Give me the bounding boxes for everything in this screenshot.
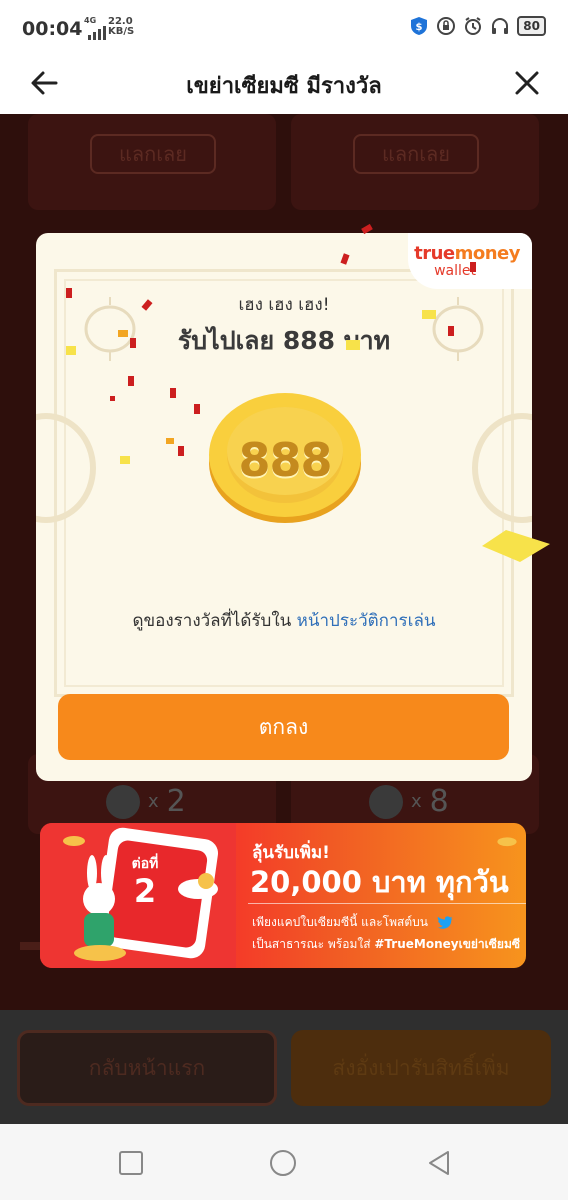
signal-icon [88,24,106,40]
back-home-button[interactable]: กลับหน้าแรก [17,1030,277,1106]
redeem-button[interactable]: แลกเลย [90,134,216,174]
banner-instruction: เพียงแคปใบเซียมซีนี้ และโพสต์บน [252,913,454,932]
svg-text:$: $ [416,22,423,33]
fortune-card: แลกเลย [28,114,276,210]
headphones-icon [492,18,509,34]
cloud-icon [178,873,218,899]
banner-divider [248,903,526,904]
banner-instruction-text: เพียงแคปใบเซียมซีนี้ และโพสต์บน [252,915,428,929]
confetti-piece [194,404,200,414]
ok-button[interactable]: ตกลง [58,694,509,760]
coin-value: 888 [238,433,332,487]
confetti-piece [128,376,134,386]
status-bar: 00:04 4G 22.0 KB/S $ 80 [0,0,568,56]
logo-money: money [454,243,521,264]
confetti-piece [178,446,184,456]
times-sign: x [148,791,159,812]
order-number: 2 [133,872,157,910]
close-icon[interactable] [510,66,544,100]
confetti-piece [470,262,476,272]
status-time: 00:04 [22,18,83,40]
count-value: 2 [166,784,186,819]
truemoney-logo: truemoney wallet [408,233,532,289]
banner-prize: 20,000 บาท ทุกวัน [250,865,509,899]
history-link[interactable]: หน้าประวัติการเล่น [297,611,436,631]
network-speed: 22.0 KB/S [108,17,134,37]
item-count: x 8 [369,784,449,819]
promo-banner[interactable]: ต่อที่ 2 ลุ้นรับเพิ่ม! 20,000 บาท ทุกวัน… [40,823,526,968]
battery-icon: 80 [517,16,546,36]
system-nav-bar [0,1124,568,1200]
lock-rotation-icon [437,17,456,35]
confetti-piece [120,456,130,464]
confetti-piece [118,330,128,337]
item-count: x 2 [106,784,186,819]
banner-hashtag-line: เป็นสาธารณะ พร้อมใส่ #TrueMoneyเขย่าเซีย… [252,935,520,954]
gold-ingot-icon [63,836,85,846]
times-sign: x [411,791,422,812]
redeem-button[interactable]: แลกเลย [353,134,479,174]
banner-hashtag: #TrueMoneyเขย่าเซียมซี [374,937,520,951]
confetti-piece [346,340,360,350]
modal-title: รับไปเลย 888 บาท [177,326,391,355]
gold-ingot-icon [497,837,517,847]
bottom-actions: กลับหน้าแรก ส่งอั่งเปารับสิทธิ์เพิ่ม [0,1010,568,1124]
alarm-icon [465,17,482,35]
back-icon[interactable] [424,1148,454,1178]
confetti-piece [448,326,454,336]
reward-modal: truemoney wallet เฮง เฮง เฮง! รับไปเลย 8… [36,233,532,781]
history-line: ดูของรางวัลที่ได้รับใน หน้าประวัติการเล่… [36,607,532,634]
shield-dollar-icon: $ [411,17,428,35]
count-value: 8 [429,784,449,819]
fan-icon [106,784,140,819]
speed-unit: KB/S [108,26,135,37]
modal-subtitle: เฮง เฮง เฮง! [238,295,330,315]
moneybag-icon [369,784,403,819]
fortune-card: แลกเลย [291,114,539,210]
status-icons: $ 80 [409,16,546,36]
confetti-piece [166,438,174,444]
app-header: เขย่าเซียมซี มีรางวัล [0,56,568,114]
confetti-piece [66,288,72,298]
confetti-piece [422,310,436,319]
logo-true: true [414,243,455,264]
history-text: ดูของรางวัลที่ได้รับใน [132,611,292,631]
confetti-piece [110,396,115,401]
recents-icon[interactable] [116,1148,146,1178]
confetti-piece [170,388,176,398]
twitter-icon [437,915,453,929]
order-badge: ต่อที่ 2 [120,853,170,907]
page-title: เขย่าเซียมซี มีรางวัล [186,74,382,99]
confetti-piece [130,338,136,348]
logo-text: truemoney [414,243,520,264]
home-icon[interactable] [268,1148,298,1178]
banner-hashtag-prefix: เป็นสาธารณะ พร้อมใส่ [252,937,371,951]
confetti-piece [482,530,550,562]
send-angpao-button[interactable]: ส่งอั่งเปารับสิทธิ์เพิ่ม [291,1030,551,1106]
confetti-piece [66,346,76,355]
